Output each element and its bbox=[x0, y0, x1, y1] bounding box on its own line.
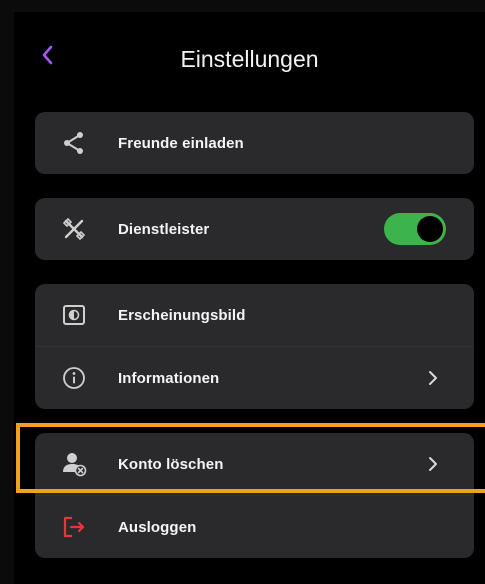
toggle-knob bbox=[417, 216, 443, 242]
tools-icon bbox=[61, 216, 87, 242]
card-account: Konto löschen Ausloggen bbox=[35, 433, 474, 558]
menu-item-label: Ausloggen bbox=[118, 518, 197, 536]
info-icon bbox=[61, 365, 87, 391]
menu-item-appearance[interactable]: Erscheinungsbild bbox=[35, 284, 474, 346]
menu-item-label: Erscheinungsbild bbox=[118, 306, 246, 324]
service-provider-toggle[interactable] bbox=[384, 213, 446, 245]
delete-user-icon bbox=[61, 451, 87, 477]
menu-item-label: Konto löschen bbox=[118, 455, 224, 473]
page-title: Einstellungen bbox=[180, 46, 319, 72]
chevron-right-icon bbox=[426, 368, 440, 388]
menu-item-label: Informationen bbox=[118, 369, 220, 387]
menu-item-label: Freunde einladen bbox=[118, 134, 244, 152]
menu-item-logout[interactable]: Ausloggen bbox=[35, 495, 474, 558]
logout-icon bbox=[61, 514, 87, 540]
header: Einstellungen bbox=[14, 12, 485, 108]
menu-item-invite-friends[interactable]: Freunde einladen bbox=[35, 112, 474, 174]
card-appearance-info: Erscheinungsbild Informationen bbox=[35, 284, 474, 409]
menu-item-service-provider: Dienstleister bbox=[35, 198, 474, 260]
card-service-provider: Dienstleister bbox=[35, 198, 474, 260]
menu-item-label: Dienstleister bbox=[118, 220, 210, 238]
share-icon bbox=[61, 130, 87, 156]
card-invite: Freunde einladen bbox=[35, 112, 474, 174]
appearance-icon bbox=[61, 302, 87, 328]
menu-item-delete-account[interactable]: Konto löschen bbox=[35, 433, 474, 495]
chevron-right-icon bbox=[426, 454, 440, 474]
settings-screen: Einstellungen Freunde einladen Dienstlei… bbox=[14, 12, 485, 584]
menu-item-information[interactable]: Informationen bbox=[35, 346, 474, 409]
